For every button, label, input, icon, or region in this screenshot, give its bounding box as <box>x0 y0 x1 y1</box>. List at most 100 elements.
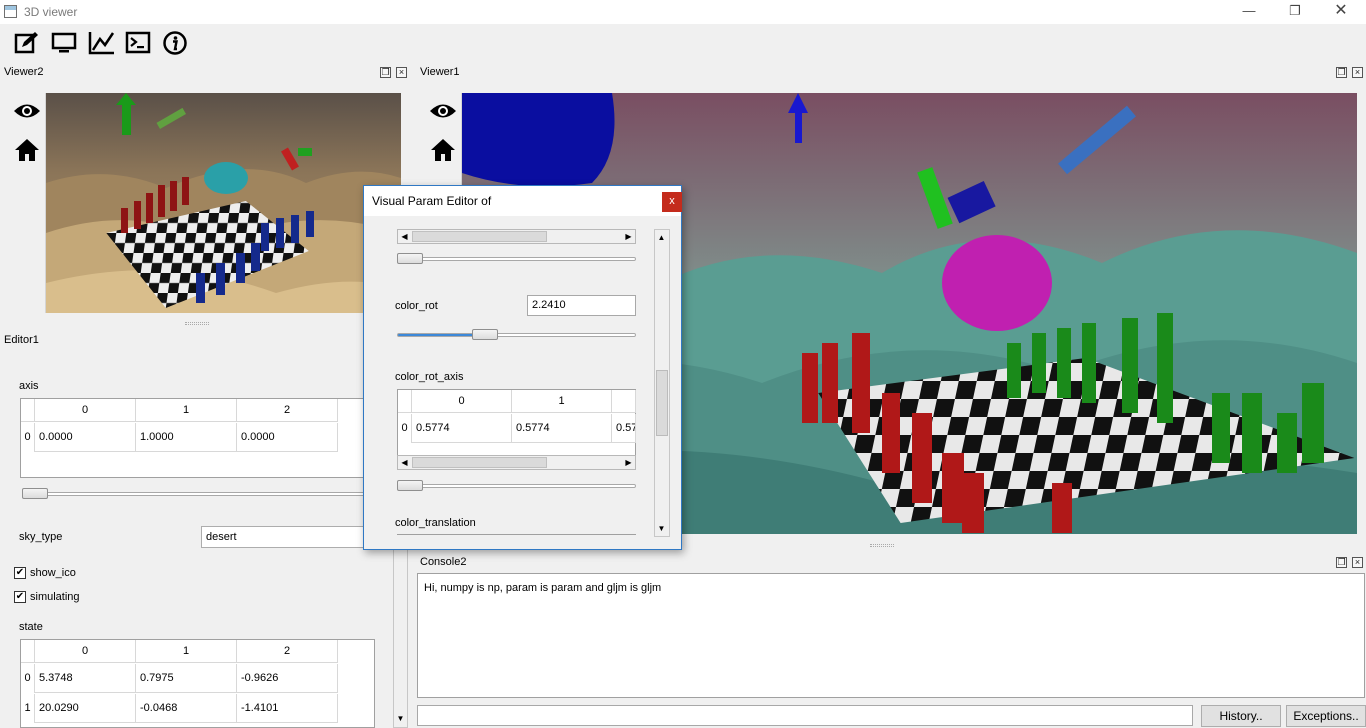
dialog-slider-1-handle[interactable] <box>397 253 423 264</box>
viewer1-resize-grip[interactable] <box>870 544 894 547</box>
cra-scroll-left-arrow[interactable]: ◀ <box>398 456 411 469</box>
cra-slider[interactable] <box>397 484 636 488</box>
color-translation-table-edge <box>397 534 636 536</box>
dialog-title: Visual Param Editor of <box>372 194 492 208</box>
cra-scroll-thumb[interactable] <box>412 457 547 468</box>
cra-slider-handle[interactable] <box>397 480 423 491</box>
cra-hscrollbar[interactable]: ◀ ▶ <box>397 455 636 470</box>
scroll-right-arrow[interactable]: ▶ <box>622 230 635 243</box>
simulating-checkbox[interactable]: ✔ <box>14 591 26 603</box>
cra-cell-0-1[interactable]: 0.5774 <box>512 414 612 443</box>
state-col-0[interactable]: 0 <box>35 640 136 663</box>
state-cell-1-2[interactable]: -1.4101 <box>237 694 338 723</box>
axis-label: axis <box>19 380 39 392</box>
state-label: state <box>19 621 43 633</box>
cra-scroll-right-arrow[interactable]: ▶ <box>622 456 635 469</box>
app-icon <box>4 5 17 18</box>
cra-row-0-header[interactable]: 0 <box>398 414 412 443</box>
edit-icon <box>14 32 38 54</box>
monitor-button[interactable] <box>51 30 79 56</box>
sky-type-label: sky_type <box>19 531 63 543</box>
dialog-slider-1[interactable] <box>397 257 636 261</box>
console-output[interactable]: Hi, numpy is np, param is param and gljm… <box>417 573 1365 698</box>
title-bar: 3D viewer — ❐ ✕ <box>0 0 1366 24</box>
cra-col-1[interactable]: 1 <box>512 390 612 413</box>
console-close-button[interactable]: × <box>1352 557 1363 568</box>
console-input[interactable] <box>417 705 1193 726</box>
minimize-button[interactable]: — <box>1226 0 1272 24</box>
color-rot-slider-handle[interactable] <box>472 329 498 340</box>
editor-scroll-down[interactable]: ▼ <box>394 712 407 725</box>
axis-col-1[interactable]: 1 <box>136 399 237 422</box>
axis-cell-0-1[interactable]: 1.0000 <box>136 423 237 452</box>
axis-slider-handle[interactable] <box>22 488 48 499</box>
color-rot-label: color_rot <box>395 300 438 312</box>
window-title: 3D viewer <box>24 5 78 19</box>
axis-cell-0-0[interactable]: 0.0000 <box>35 423 136 452</box>
viewer2-title: Viewer2 <box>4 66 44 78</box>
viewer2-resize-grip[interactable] <box>185 322 209 325</box>
axis-slider[interactable] <box>22 492 367 496</box>
viewer1-home-button[interactable] <box>430 137 456 166</box>
close-window-button[interactable]: ✕ <box>1318 0 1364 24</box>
edit-button[interactable] <box>13 30 41 56</box>
cra-col-0[interactable]: 0 <box>412 390 512 413</box>
viewer2-close-button[interactable]: × <box>396 67 407 78</box>
dialog-scroll-up[interactable]: ▲ <box>655 231 668 244</box>
axis-cell-0-2[interactable]: 0.0000 <box>237 423 338 452</box>
scroll-thumb[interactable] <box>412 231 547 242</box>
state-cell-0-2[interactable]: -0.9626 <box>237 664 338 693</box>
eye-icon <box>14 104 40 118</box>
monitor-icon <box>51 32 77 53</box>
chart-icon <box>88 32 115 55</box>
dialog-close-button[interactable]: x <box>662 192 682 212</box>
viewer2-eye-button[interactable] <box>13 101 41 124</box>
viewer1-close-button[interactable]: × <box>1352 67 1363 78</box>
state-col-2[interactable]: 2 <box>237 640 338 663</box>
cra-cell-0-2[interactable]: 0.57 <box>612 414 636 443</box>
history-button[interactable]: History.. <box>1201 705 1281 727</box>
cra-col-2[interactable] <box>612 390 636 413</box>
viewer2-float-button[interactable]: ❐ <box>380 67 391 78</box>
viewer2-canvas[interactable] <box>46 93 401 313</box>
terminal-button[interactable] <box>125 30 153 56</box>
state-row-0-header[interactable]: 0 <box>21 664 35 693</box>
viewer2-home-button[interactable] <box>14 137 40 166</box>
console-output-text: Hi, numpy is np, param is param and gljm… <box>424 582 662 594</box>
state-cell-1-1[interactable]: -0.0468 <box>136 694 237 723</box>
cra-corner <box>398 390 412 413</box>
dialog-top-hscrollbar[interactable]: ◀ ▶ <box>397 229 636 244</box>
chart-button[interactable] <box>88 30 116 56</box>
axis-table[interactable]: 0 1 2 0 0.0000 1.0000 0.0000 <box>20 398 375 478</box>
sky-type-select[interactable]: desert <box>201 526 375 548</box>
axis-col-0[interactable]: 0 <box>35 399 136 422</box>
show-ico-checkbox[interactable]: ✔ <box>14 567 26 579</box>
dialog-vscroll-thumb[interactable] <box>656 370 668 436</box>
home-icon <box>15 139 39 161</box>
info-button[interactable] <box>162 30 190 56</box>
scroll-left-arrow[interactable]: ◀ <box>398 230 411 243</box>
axis-row-0-header[interactable]: 0 <box>21 423 35 452</box>
exceptions-button[interactable]: Exceptions.. <box>1286 705 1366 727</box>
dialog-scroll-down[interactable]: ▼ <box>655 522 668 535</box>
info-icon <box>163 31 187 55</box>
restore-button[interactable]: ❐ <box>1272 0 1318 24</box>
state-cell-0-0[interactable]: 5.3748 <box>35 664 136 693</box>
viewer2-sidebar <box>9 93 46 313</box>
axis-col-2[interactable]: 2 <box>237 399 338 422</box>
color-rot-input[interactable]: 2.2410 <box>527 295 636 316</box>
cra-cell-0-0[interactable]: 0.5774 <box>412 414 512 443</box>
console-float-button[interactable]: ❐ <box>1336 557 1347 568</box>
state-row-1-header[interactable]: 1 <box>21 694 35 723</box>
state-table[interactable]: 0 1 2 0 5.3748 0.7975 -0.9626 1 20.0290 … <box>20 639 375 728</box>
state-cell-1-0[interactable]: 20.0290 <box>35 694 136 723</box>
viewer1-float-button[interactable]: ❐ <box>1336 67 1347 78</box>
dialog-vscrollbar[interactable]: ▲ ▼ <box>654 229 670 537</box>
color-rot-slider[interactable] <box>397 333 636 337</box>
viewer1-eye-button[interactable] <box>429 101 457 124</box>
state-cell-0-1[interactable]: 0.7975 <box>136 664 237 693</box>
viewer2-scene <box>46 93 401 313</box>
color-rot-axis-label: color_rot_axis <box>395 371 464 383</box>
state-col-1[interactable]: 1 <box>136 640 237 663</box>
color-translation-label: color_translation <box>395 517 476 529</box>
